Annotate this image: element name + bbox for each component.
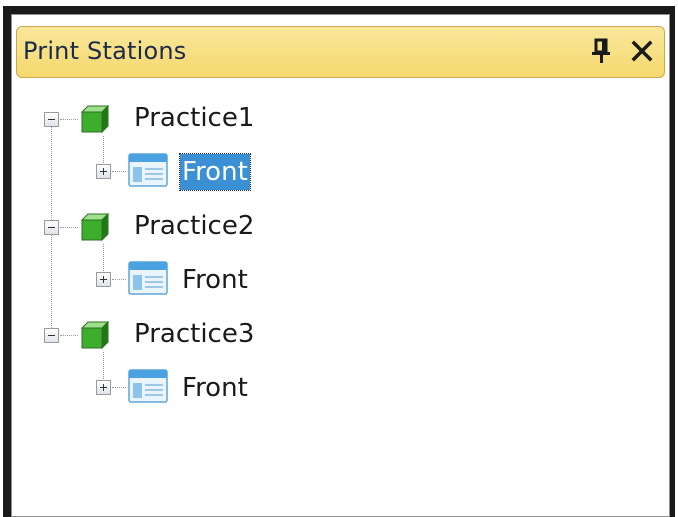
window-frame: Print Stations Practice1 Front Practice2… — [3, 6, 675, 517]
cube-icon — [80, 104, 110, 134]
node-label: Front — [179, 153, 251, 191]
panel-title: Print Stations — [23, 37, 187, 65]
station-tree: Practice1 Front Practice2 Front Practice… — [16, 88, 666, 513]
collapse-toggle[interactable] — [44, 112, 59, 127]
pin-icon[interactable] — [586, 35, 616, 67]
node-label: Practice1 — [134, 103, 255, 133]
tree-connector — [112, 387, 126, 388]
window-icon — [128, 153, 168, 187]
tree-connector — [112, 171, 126, 172]
expand-toggle[interactable] — [96, 272, 111, 287]
panel-titlebar[interactable]: Print Stations — [16, 26, 665, 78]
window-icon — [128, 261, 168, 295]
print-stations-panel: Print Stations Practice1 Front Practice2… — [11, 14, 670, 517]
node-label: Front — [182, 265, 248, 295]
expand-toggle[interactable] — [96, 380, 111, 395]
collapse-toggle[interactable] — [44, 220, 59, 235]
node-label: Practice2 — [134, 211, 255, 241]
cube-icon — [80, 320, 110, 350]
collapse-toggle[interactable] — [44, 328, 59, 343]
expand-toggle[interactable] — [96, 164, 111, 179]
tree-connector — [60, 119, 78, 120]
tree-connector — [60, 335, 78, 336]
tree-connector — [60, 227, 78, 228]
node-label: Practice3 — [134, 319, 255, 349]
window-icon — [128, 369, 168, 403]
cube-icon — [80, 212, 110, 242]
node-label: Front — [182, 373, 248, 403]
tree-connector — [112, 279, 126, 280]
close-icon[interactable] — [627, 35, 657, 67]
